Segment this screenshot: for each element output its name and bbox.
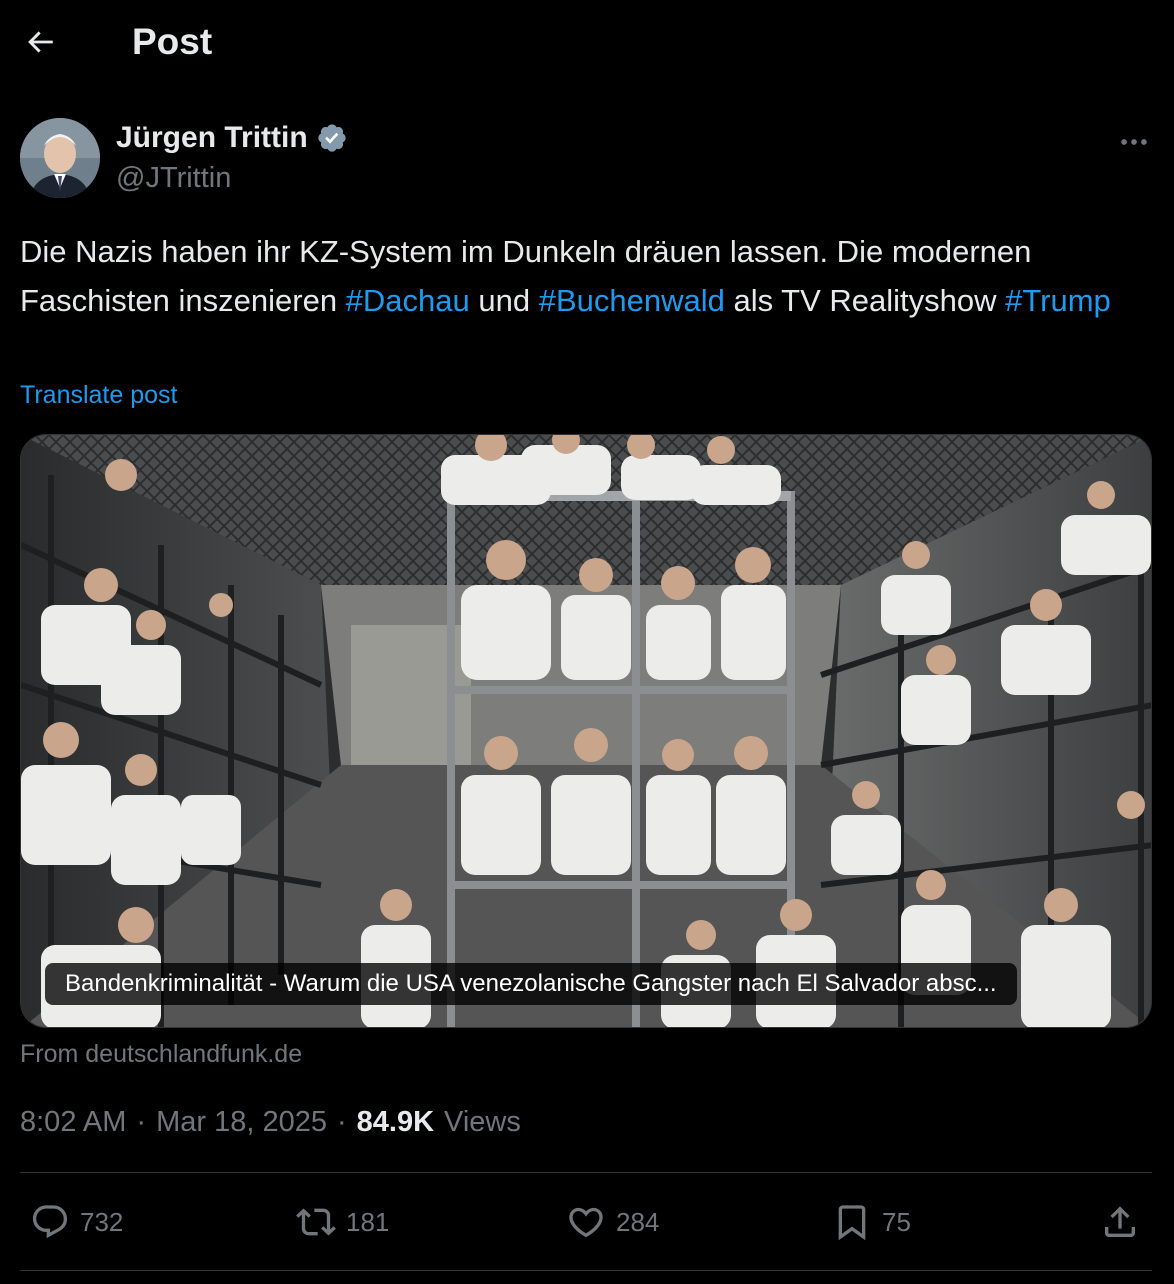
- repost-count: 181: [346, 1206, 390, 1237]
- like-count: 284: [616, 1206, 660, 1237]
- post-meta: 8:02 AM · Mar 18, 2025 · 84.9K Views: [20, 1102, 521, 1142]
- display-name[interactable]: Jürgen Trittin: [116, 120, 308, 156]
- post-date[interactable]: Mar 18, 2025: [156, 1102, 327, 1142]
- more-options-button[interactable]: [1114, 122, 1154, 162]
- avatar-photo: [20, 118, 100, 198]
- post-text-segment: als TV Realityshow: [724, 282, 1006, 318]
- bookmark-count: 75: [882, 1206, 911, 1237]
- reply-icon: [32, 1205, 68, 1239]
- reply-count: 732: [80, 1206, 124, 1237]
- post-text: Die Nazis haben ihr KZ-System im Dunkeln…: [20, 228, 1154, 325]
- meta-separator: ·: [336, 1106, 347, 1138]
- share-icon: [1105, 1206, 1135, 1237]
- hashtag-buchenwald[interactable]: #Buchenwald: [539, 283, 725, 318]
- avatar[interactable]: [20, 118, 100, 198]
- like-button[interactable]: 284: [566, 1194, 659, 1250]
- handle[interactable]: @JTrittin: [116, 160, 231, 196]
- card-source-link[interactable]: From deutschlandfunk.de: [20, 1038, 302, 1070]
- more-horizontal-icon: [1121, 139, 1147, 145]
- bookmark-button[interactable]: 75: [832, 1194, 911, 1250]
- hashtag-trump[interactable]: #Trump: [1005, 283, 1111, 318]
- meta-separator: ·: [136, 1106, 147, 1138]
- bookmark-icon: [838, 1205, 866, 1241]
- link-card[interactable]: Bandenkriminalität - Warum die USA venez…: [20, 434, 1152, 1028]
- post-time[interactable]: 8:02 AM: [20, 1102, 126, 1142]
- repost-icon: [296, 1208, 336, 1236]
- action-bar: 732 181 284 75: [20, 1194, 1152, 1250]
- divider: [20, 1172, 1152, 1173]
- views-label: Views: [444, 1106, 521, 1138]
- repost-button[interactable]: 181: [296, 1194, 389, 1250]
- post-author: Jürgen Trittin @JTrittin: [20, 118, 1154, 200]
- views-count: 84.9K: [356, 1106, 435, 1138]
- card-caption: Bandenkriminalität - Warum die USA venez…: [45, 963, 1017, 1005]
- heart-icon: [569, 1207, 603, 1238]
- reply-button[interactable]: 732: [30, 1194, 123, 1250]
- verified-badge-icon: [318, 124, 346, 152]
- name-row: Jürgen Trittin: [116, 120, 348, 156]
- top-bar: Post: [0, 0, 1174, 86]
- post-text-segment: und: [469, 282, 539, 318]
- share-button[interactable]: [1100, 1194, 1140, 1250]
- arrow-left-icon: [28, 31, 53, 53]
- prison-photo: [21, 435, 1151, 1027]
- page-title: Post: [132, 21, 213, 62]
- divider: [20, 1270, 1152, 1271]
- back-button[interactable]: [18, 20, 62, 64]
- translate-post-link[interactable]: Translate post: [20, 378, 177, 412]
- hashtag-dachau[interactable]: #Dachau: [346, 283, 470, 318]
